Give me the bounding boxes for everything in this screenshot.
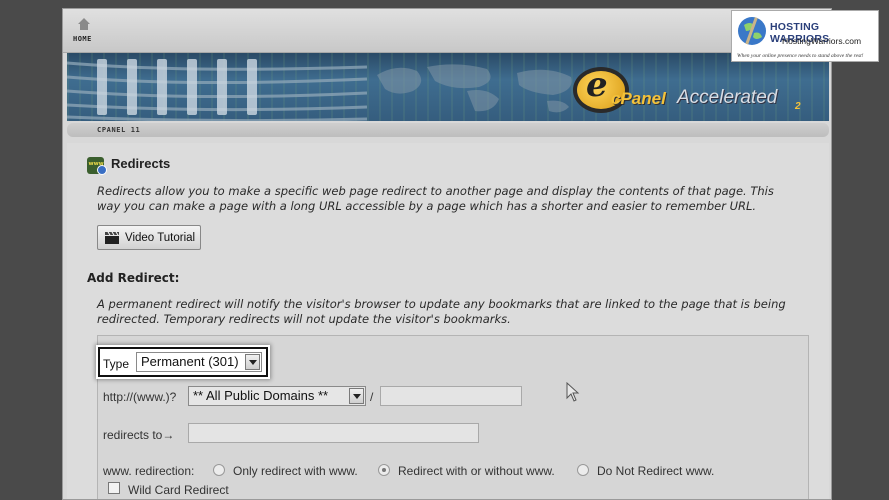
domain-select[interactable]: ** All Public Domains ** (188, 386, 366, 406)
wildcard-checkbox[interactable] (108, 482, 120, 494)
redirect-globe-icon: www (87, 157, 107, 175)
type-label: Type (103, 357, 130, 371)
globe-icon (738, 17, 766, 45)
radio-with-or-without-www-label: Redirect with or without www. (398, 464, 555, 478)
content-panel: www Redirects Redirects allow you to mak… (67, 143, 829, 499)
redirects-to-input[interactable] (188, 423, 479, 443)
hosting-warriors-watermark: HOSTING WARRIORS HostingWarriors.com Whe… (731, 10, 879, 62)
radio-only-www-label: Only redirect with www. (233, 464, 358, 478)
page-title: Redirects (111, 156, 171, 171)
domain-select-value: ** All Public Domains ** (193, 388, 329, 403)
home-link[interactable]: HOME (73, 35, 92, 43)
radio-no-www-label: Do Not Redirect www. (597, 464, 715, 478)
watermark-tagline: When your online presence needs to stand… (737, 53, 864, 59)
chevron-down-icon (349, 388, 364, 404)
video-tutorial-label: Video Tutorial (125, 231, 196, 244)
watermark-url: HostingWarriors.com (782, 36, 862, 46)
cpanel-banner: e cPanel Accelerated 2 (67, 53, 829, 121)
redirect-type-select[interactable]: Permanent (301) (136, 352, 262, 372)
path-separator: / (370, 390, 374, 404)
radio-with-or-without-www[interactable] (378, 464, 390, 476)
video-tutorial-button[interactable]: Video Tutorial (97, 225, 201, 250)
breadcrumb-bar: CPANEL 11 (67, 123, 829, 137)
world-map-image (377, 64, 572, 113)
top-navigation-bar: HOME (63, 9, 831, 53)
cpanel-accelerated-logo: e cPanel Accelerated 2 (573, 63, 823, 119)
home-icon[interactable] (77, 17, 91, 31)
radio-no-www[interactable] (577, 464, 589, 476)
mouse-pointer-icon (566, 382, 580, 402)
clapperboard-icon (105, 231, 119, 244)
domain-prefix-label: http://(www.)? (103, 390, 177, 404)
www-redirection-label: www. redirection: (103, 464, 195, 478)
redirect-type-value: Permanent (301) (141, 354, 239, 369)
chevron-down-icon (245, 354, 260, 370)
add-redirect-description: A permanent redirect will notify the vis… (97, 297, 786, 326)
wildcard-label: Wild Card Redirect (128, 483, 229, 497)
breadcrumb-cpanel: CPANEL 11 (97, 126, 141, 134)
redirects-to-label: redirects to→ (103, 428, 175, 442)
redirect-path-input[interactable] (380, 386, 522, 406)
page-description: Redirects allow you to make a specific w… (97, 184, 774, 213)
radio-only-www[interactable] (213, 464, 225, 476)
network-cables-image (67, 59, 367, 121)
add-redirect-heading: Add Redirect: (87, 271, 180, 285)
